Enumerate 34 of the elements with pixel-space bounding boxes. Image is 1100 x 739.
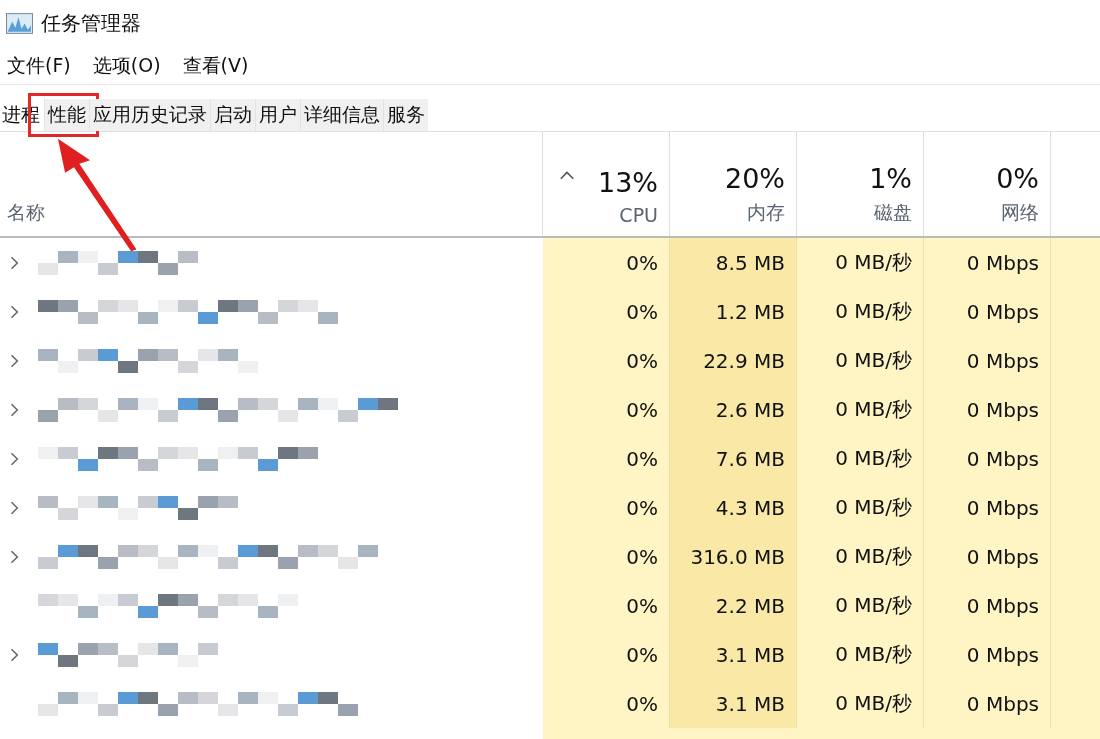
table-cell: 1.2 MB bbox=[670, 287, 797, 336]
chevron-icon[interactable] bbox=[10, 402, 20, 417]
column-header[interactable]: 13% CPU bbox=[543, 132, 670, 236]
chevron-icon[interactable] bbox=[10, 353, 20, 368]
tab[interactable]: 启动 bbox=[210, 99, 255, 131]
tab[interactable]: 服务 bbox=[383, 99, 428, 131]
table-cell: 7.6 MB bbox=[670, 434, 797, 483]
table-cell: 2.6 MB bbox=[670, 385, 797, 434]
tab[interactable]: 用户 bbox=[255, 99, 300, 131]
table-cell: 4.3 MB bbox=[670, 483, 797, 532]
chevron-icon[interactable] bbox=[10, 255, 20, 270]
chevron-icon[interactable] bbox=[10, 549, 20, 564]
chevron-icon[interactable] bbox=[10, 304, 20, 319]
app-icon bbox=[6, 12, 33, 34]
chevron-icon[interactable] bbox=[10, 451, 20, 466]
column-header[interactable]: 1% 磁盘 bbox=[797, 132, 924, 236]
table-cell: 316.0 MB bbox=[670, 532, 797, 581]
chevron-icon[interactable] bbox=[10, 647, 20, 662]
table-cell: 22.9 MB bbox=[670, 336, 797, 385]
table-cell: 3.1 MB bbox=[670, 630, 797, 679]
tab[interactable]: 应用历史记录 bbox=[89, 99, 210, 131]
column-header[interactable]: 20% 内存 bbox=[670, 132, 797, 236]
column-header[interactable]: 名称 bbox=[7, 200, 45, 226]
column-header[interactable]: 0% 网络 bbox=[924, 132, 1051, 236]
table-cell: 8.5 MB bbox=[670, 238, 797, 287]
tab[interactable]: 详细信息 bbox=[300, 99, 383, 131]
table-cell: 2.2 MB bbox=[670, 581, 797, 630]
chevron-icon[interactable] bbox=[10, 500, 20, 515]
menu-item[interactable]: 查看(V) bbox=[182, 53, 249, 79]
tab[interactable]: 性能 bbox=[44, 99, 89, 131]
menu-item[interactable]: 选项(O) bbox=[92, 53, 161, 79]
menu-item[interactable]: 文件(F) bbox=[7, 53, 71, 79]
window-title: 任务管理器 bbox=[41, 9, 141, 37]
table-cell: 3.1 MB bbox=[670, 679, 797, 728]
